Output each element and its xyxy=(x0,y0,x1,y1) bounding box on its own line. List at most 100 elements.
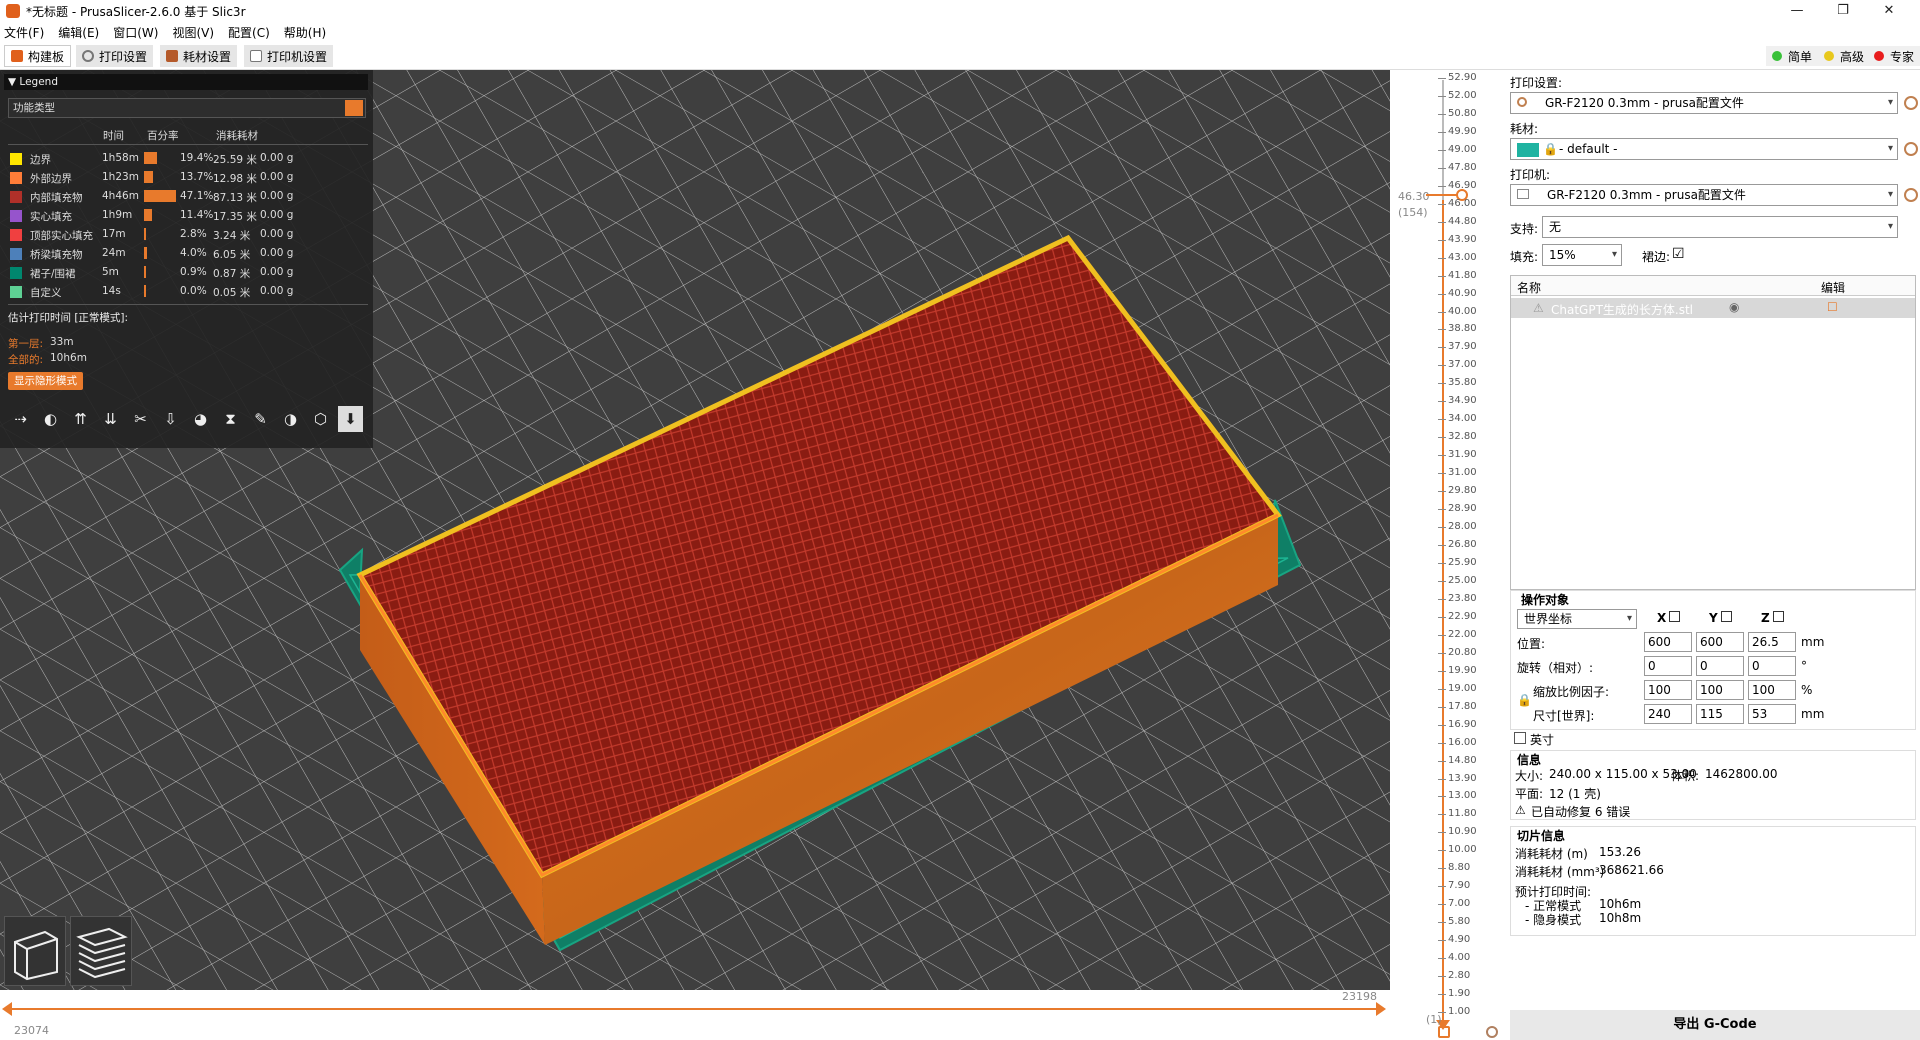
brim-label: 裙边: xyxy=(1642,250,1671,264)
size-x-input[interactable]: 240 xyxy=(1644,704,1692,724)
legend-color-swatch xyxy=(10,191,22,203)
legend-row[interactable]: 自定义 14s 0.0% 0.05 米 0.00 g xyxy=(8,283,368,301)
object-row[interactable]: ⚠ ChatGPT生成的长方体.stl ◉ ☐ xyxy=(1511,298,1915,318)
legend-row[interactable]: 边界 1h58m 19.4% 25.59 米 0.00 g xyxy=(8,150,368,168)
layer-tick-label: 32.80 xyxy=(1448,431,1477,443)
menu-help[interactable]: 帮助(H) xyxy=(284,24,326,41)
gear-icon[interactable] xyxy=(1486,1026,1498,1038)
menu-view[interactable]: 视图(V) xyxy=(172,24,214,41)
vertical-layer-slider[interactable]: 46.30 (154) (1) 52.90 52.00 50.80 49.90 49.0… xyxy=(1390,70,1510,1040)
legend-row[interactable]: 裙子/围裙 5m 0.9% 0.87 米 0.00 g xyxy=(8,264,368,282)
drop-to-bed-x-icon[interactable] xyxy=(1669,611,1680,622)
mode-expert[interactable]: 专家 xyxy=(1868,46,1920,66)
tab-printer-settings[interactable]: 打印机设置 xyxy=(244,45,334,67)
layer-tick-mark xyxy=(1438,742,1446,744)
tab-plater[interactable]: 构建板 xyxy=(4,45,72,67)
layer-tick-label: 19.90 xyxy=(1448,664,1477,676)
seams-icon[interactable]: ✂ xyxy=(128,406,153,432)
eye-icon[interactable]: ◉ xyxy=(1729,300,1739,314)
filament-edit-icon[interactable] xyxy=(1904,142,1918,156)
tool-changes-icon[interactable]: ⇩ xyxy=(158,406,183,432)
layer-tick-mark xyxy=(1438,131,1446,133)
menu-file[interactable]: 文件(F) xyxy=(4,24,44,41)
hslider-left-thumb[interactable] xyxy=(2,1002,12,1016)
coord-system-dropdown[interactable]: 世界坐标 ▾ xyxy=(1517,609,1637,629)
manip-title: 操作对象 xyxy=(1521,593,1570,607)
tool-marker-icon[interactable]: ⬇ xyxy=(338,406,363,432)
retractions-icon[interactable]: ⇈ xyxy=(68,406,93,432)
divider xyxy=(8,304,368,305)
wipe-icon[interactable]: ◐ xyxy=(38,406,63,432)
shells-icon[interactable]: ⬡ xyxy=(308,406,333,432)
custom-gcode-icon[interactable]: ✎ xyxy=(248,406,273,432)
pause-icon[interactable]: ⧗ xyxy=(218,406,243,432)
printer-dropdown[interactable]: GR-F2120 0.3mm - prusa配置文件 ▾ xyxy=(1510,184,1898,206)
legend-row[interactable]: 内部填充物 4h46m 47.1% 87.13 米 0.00 g xyxy=(8,188,368,206)
size-y-input[interactable]: 115 xyxy=(1696,704,1744,724)
layers-view-button[interactable] xyxy=(70,916,132,986)
legend-row[interactable]: 顶部实心填充 17m 2.8% 3.24 米 0.00 g xyxy=(8,226,368,244)
menu-window[interactable]: 窗口(W) xyxy=(113,24,158,41)
tab-filament-settings[interactable]: 耗材设置 xyxy=(160,45,238,67)
print-settings-edit-icon[interactable] xyxy=(1904,96,1918,110)
rotation-z-input[interactable]: 0 xyxy=(1748,656,1796,676)
scale-label: 缩放比例因子: xyxy=(1533,685,1610,699)
vslider-current-layer: (154) xyxy=(1398,206,1428,219)
drop-to-bed-y-icon[interactable] xyxy=(1721,611,1732,622)
mode-advanced[interactable]: 高级 xyxy=(1818,46,1871,66)
legend-length: 17.35 米 xyxy=(213,211,257,223)
3d-view-button[interactable] xyxy=(4,916,66,986)
rotation-x-input[interactable]: 0 xyxy=(1644,656,1692,676)
travel-icon[interactable]: ⇢ xyxy=(8,406,33,432)
export-gcode-button[interactable]: 导出 G-Code xyxy=(1510,1010,1920,1040)
printer-edit-icon[interactable] xyxy=(1904,188,1918,202)
position-x-input[interactable]: 600 xyxy=(1644,632,1692,652)
filament-dropdown[interactable]: 🔒- default - ▾ xyxy=(1510,138,1898,160)
legend-percent-bar xyxy=(144,228,146,240)
legend-feature-name: 自定义 xyxy=(30,287,62,299)
menu-config[interactable]: 配置(C) xyxy=(228,24,270,41)
scale-z-input[interactable]: 100 xyxy=(1748,680,1796,700)
legend-row[interactable]: 实心填充 1h9m 11.4% 17.35 米 0.00 g xyxy=(8,207,368,225)
legend-time: 17m xyxy=(102,228,126,240)
minimize-button[interactable]: — xyxy=(1774,0,1820,22)
scale-y-input[interactable]: 100 xyxy=(1696,680,1744,700)
deretractions-icon[interactable]: ⇊ xyxy=(98,406,123,432)
tab-print-settings[interactable]: 打印设置 xyxy=(76,45,154,67)
legend-percent: 11.4% xyxy=(180,209,214,221)
horizontal-slider[interactable]: 23074 23198 xyxy=(0,990,1390,1040)
legend-row[interactable]: 外部边界 1h23m 13.7% 12.98 米 0.00 g xyxy=(8,169,368,187)
layer-tick-label: 40.90 xyxy=(1448,287,1477,299)
support-dropdown[interactable]: 无 ▾ xyxy=(1542,216,1898,238)
rotation-y-input[interactable]: 0 xyxy=(1696,656,1744,676)
menu-edit[interactable]: 编辑(E) xyxy=(58,24,99,41)
legend-header[interactable]: ▼ Legend xyxy=(4,74,368,90)
legend-percent: 2.8% xyxy=(180,228,207,240)
position-y-input[interactable]: 600 xyxy=(1696,632,1744,652)
maximize-button[interactable]: ❐ xyxy=(1820,0,1866,22)
inch-checkbox[interactable] xyxy=(1514,732,1526,744)
view-type-dropdown[interactable]: 功能类型 xyxy=(8,98,366,118)
first-layer-time: 33m xyxy=(50,336,74,348)
legend-time: 1h9m xyxy=(102,209,133,221)
position-z-input[interactable]: 26.5 xyxy=(1748,632,1796,652)
legend-percent: 0.9% xyxy=(180,266,207,278)
lock-icon[interactable]: 🔒 xyxy=(1517,693,1532,707)
hslider-right-thumb[interactable] xyxy=(1376,1002,1386,1016)
lock-icon[interactable] xyxy=(1438,1026,1450,1038)
layer-tick-label: 7.00 xyxy=(1448,898,1471,910)
center-of-gravity-icon[interactable]: ◑ xyxy=(278,406,303,432)
print-settings-dropdown[interactable]: GR-F2120 0.3mm - prusa配置文件 ▾ xyxy=(1510,92,1898,114)
spool-icon xyxy=(166,50,178,62)
mode-simple[interactable]: 简单 xyxy=(1766,46,1819,66)
edit-icon[interactable]: ☐ xyxy=(1827,300,1838,314)
show-stealth-button[interactable]: 显示隐形模式 xyxy=(8,372,83,390)
infill-dropdown[interactable]: 15% ▾ xyxy=(1542,244,1622,266)
drop-to-bed-z-icon[interactable] xyxy=(1773,611,1784,622)
close-button[interactable]: ✕ xyxy=(1866,0,1912,22)
scale-x-input[interactable]: 100 xyxy=(1644,680,1692,700)
brim-checkbox[interactable]: ☑ xyxy=(1672,246,1685,262)
legend-row[interactable]: 桥梁填充物 24m 4.0% 6.05 米 0.00 g xyxy=(8,245,368,263)
size-z-input[interactable]: 53 xyxy=(1748,704,1796,724)
color-changes-icon[interactable]: ◕ xyxy=(188,406,213,432)
